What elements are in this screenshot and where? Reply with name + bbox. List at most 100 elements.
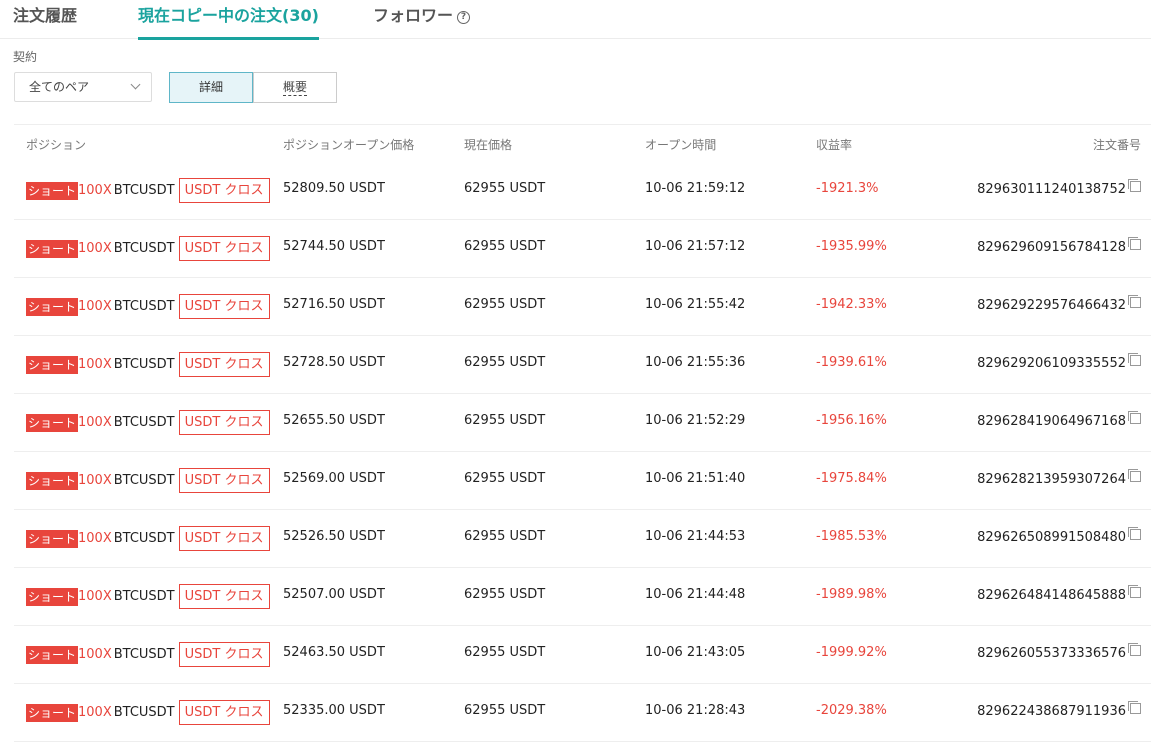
tab-current-copy-orders[interactable]: 現在コピー中の注文(30) <box>138 6 319 40</box>
open-price: 52655.50 USDT <box>283 413 385 428</box>
order-id-cell: 829628419064967168 <box>977 411 1141 429</box>
tab-order-history[interactable]: 注文履歴 <box>13 6 77 37</box>
leverage: 100X <box>78 705 112 720</box>
current-price: 62955 USDT <box>464 297 546 312</box>
table-row: ショート 100X BTCUSDT USDT クロス 52655.50 USDT 6295… <box>14 394 1151 452</box>
position-cell: ショート 100X BTCUSDT USDT クロス <box>26 700 270 725</box>
pnl-rate: -1942.33% <box>816 297 887 312</box>
table-row: ショート 100X BTCUSDT USDT クロス 52507.00 USDT 6295… <box>14 568 1151 626</box>
chevron-down-icon <box>130 79 141 90</box>
view-toggle: 詳細 概要 <box>169 72 337 103</box>
position-cell: ショート 100X BTCUSDT USDT クロス <box>26 294 270 319</box>
open-time: 10-06 21:44:53 <box>645 529 746 544</box>
short-badge: ショート <box>26 703 79 722</box>
position-cell: ショート 100X BTCUSDT USDT クロス <box>26 410 270 435</box>
header-current-price: 現在価格 <box>464 138 513 152</box>
position-cell: ショート 100X BTCUSDT USDT クロス <box>26 352 270 377</box>
order-id-cell: 829626508991508480 <box>977 527 1141 545</box>
copy-icon[interactable] <box>1128 179 1141 192</box>
current-price: 62955 USDT <box>464 587 546 602</box>
short-badge: ショート <box>26 587 79 606</box>
pnl-rate: -1921.3% <box>816 181 879 196</box>
order-id-cell: 829626055373336576 <box>977 643 1141 661</box>
leverage: 100X <box>78 473 112 488</box>
position-cell: ショート 100X BTCUSDT USDT クロス <box>26 236 270 261</box>
order-id-cell: 829629229576466432 <box>977 295 1141 313</box>
open-time: 10-06 21:28:43 <box>645 703 746 718</box>
tab-bar: 注文履歴 現在コピー中の注文(30) フォロワー? <box>0 0 1151 40</box>
copy-icon[interactable] <box>1128 237 1141 250</box>
symbol: BTCUSDT <box>113 357 175 372</box>
summary-view-label: 概要 <box>282 80 307 96</box>
header-pnl-rate: 収益率 <box>816 138 853 152</box>
help-icon[interactable]: ? <box>457 11 471 24</box>
copy-icon[interactable] <box>1128 643 1141 656</box>
summary-view-button[interactable]: 概要 <box>253 72 337 103</box>
symbol: BTCUSDT <box>113 705 175 720</box>
leverage: 100X <box>78 531 112 546</box>
margin-mode-tag: USDT クロス <box>178 178 270 203</box>
open-time: 10-06 21:52:29 <box>645 413 746 428</box>
order-id: 829622438687911936 <box>977 704 1126 719</box>
leverage: 100X <box>78 357 112 372</box>
order-id: 829628213959307264 <box>977 472 1126 487</box>
symbol: BTCUSDT <box>113 415 175 430</box>
margin-mode-tag: USDT クロス <box>178 294 270 319</box>
header-position: ポジション <box>26 138 87 152</box>
pnl-rate: -1939.61% <box>816 355 887 370</box>
order-id: 829629229576466432 <box>977 298 1126 313</box>
short-badge: ショート <box>26 181 79 200</box>
tab-followers[interactable]: フォロワー? <box>373 6 471 37</box>
position-cell: ショート 100X BTCUSDT USDT クロス <box>26 468 270 493</box>
order-id-cell: 829622438687911936 <box>977 701 1141 719</box>
open-time: 10-06 21:57:12 <box>645 239 746 254</box>
copy-icon[interactable] <box>1128 295 1141 308</box>
symbol: BTCUSDT <box>113 183 175 198</box>
copy-icon[interactable] <box>1128 469 1141 482</box>
symbol: BTCUSDT <box>113 299 175 314</box>
open-time: 10-06 21:55:42 <box>645 297 746 312</box>
open-price: 52716.50 USDT <box>283 297 385 312</box>
header-open-price: ポジションオープン価格 <box>283 138 415 152</box>
pnl-rate: -1975.84% <box>816 471 887 486</box>
table-row: ショート 100X BTCUSDT USDT クロス 52569.00 USDT 6295… <box>14 452 1151 510</box>
margin-mode-tag: USDT クロス <box>178 468 270 493</box>
copy-icon[interactable] <box>1128 353 1141 366</box>
pnl-rate: -1985.53% <box>816 529 887 544</box>
tab-current-copy-orders-label: 現在コピー中の注文(30) <box>138 6 319 25</box>
copy-icon[interactable] <box>1128 527 1141 540</box>
current-price: 62955 USDT <box>464 239 546 254</box>
order-id: 829626484148645888 <box>977 588 1126 603</box>
order-id-cell: 829628213959307264 <box>977 469 1141 487</box>
open-time: 10-06 21:44:48 <box>645 587 746 602</box>
table-row: ショート 100X BTCUSDT USDT クロス 52809.50 USDT 6295… <box>14 162 1151 220</box>
detail-view-label: 詳細 <box>198 80 223 94</box>
pnl-rate: -1999.92% <box>816 645 887 660</box>
open-price: 52507.00 USDT <box>283 587 385 602</box>
open-price: 52744.50 USDT <box>283 239 385 254</box>
short-badge: ショート <box>26 529 79 548</box>
copy-icon[interactable] <box>1128 411 1141 424</box>
copy-icon[interactable] <box>1128 701 1141 714</box>
order-id-cell: 829630111240138752 <box>977 179 1141 197</box>
pair-select-value: 全てのペア <box>29 80 90 94</box>
copy-icon[interactable] <box>1128 585 1141 598</box>
open-time: 10-06 21:59:12 <box>645 181 746 196</box>
short-badge: ショート <box>26 471 79 490</box>
order-id-cell: 829629206109335552 <box>977 353 1141 371</box>
position-cell: ショート 100X BTCUSDT USDT クロス <box>26 526 270 551</box>
current-price: 62955 USDT <box>464 413 546 428</box>
pair-select[interactable]: 全てのペア <box>14 72 152 102</box>
leverage: 100X <box>78 589 112 604</box>
copy-orders-table: ポジション ポジションオープン価格 現在価格 オープン時間 収益率 注文番号 シ… <box>14 124 1151 742</box>
margin-mode-tag: USDT クロス <box>178 642 270 667</box>
short-badge: ショート <box>26 239 79 258</box>
table-row: ショート 100X BTCUSDT USDT クロス 52335.00 USDT 6295… <box>14 684 1151 742</box>
detail-view-button[interactable]: 詳細 <box>169 72 253 103</box>
contract-label: 契約 <box>13 50 38 64</box>
open-price: 52809.50 USDT <box>283 181 385 196</box>
leverage: 100X <box>78 183 112 198</box>
table-header: ポジション ポジションオープン価格 現在価格 オープン時間 収益率 注文番号 <box>14 125 1151 162</box>
order-id: 829629609156784128 <box>977 240 1126 255</box>
symbol: BTCUSDT <box>113 589 175 604</box>
